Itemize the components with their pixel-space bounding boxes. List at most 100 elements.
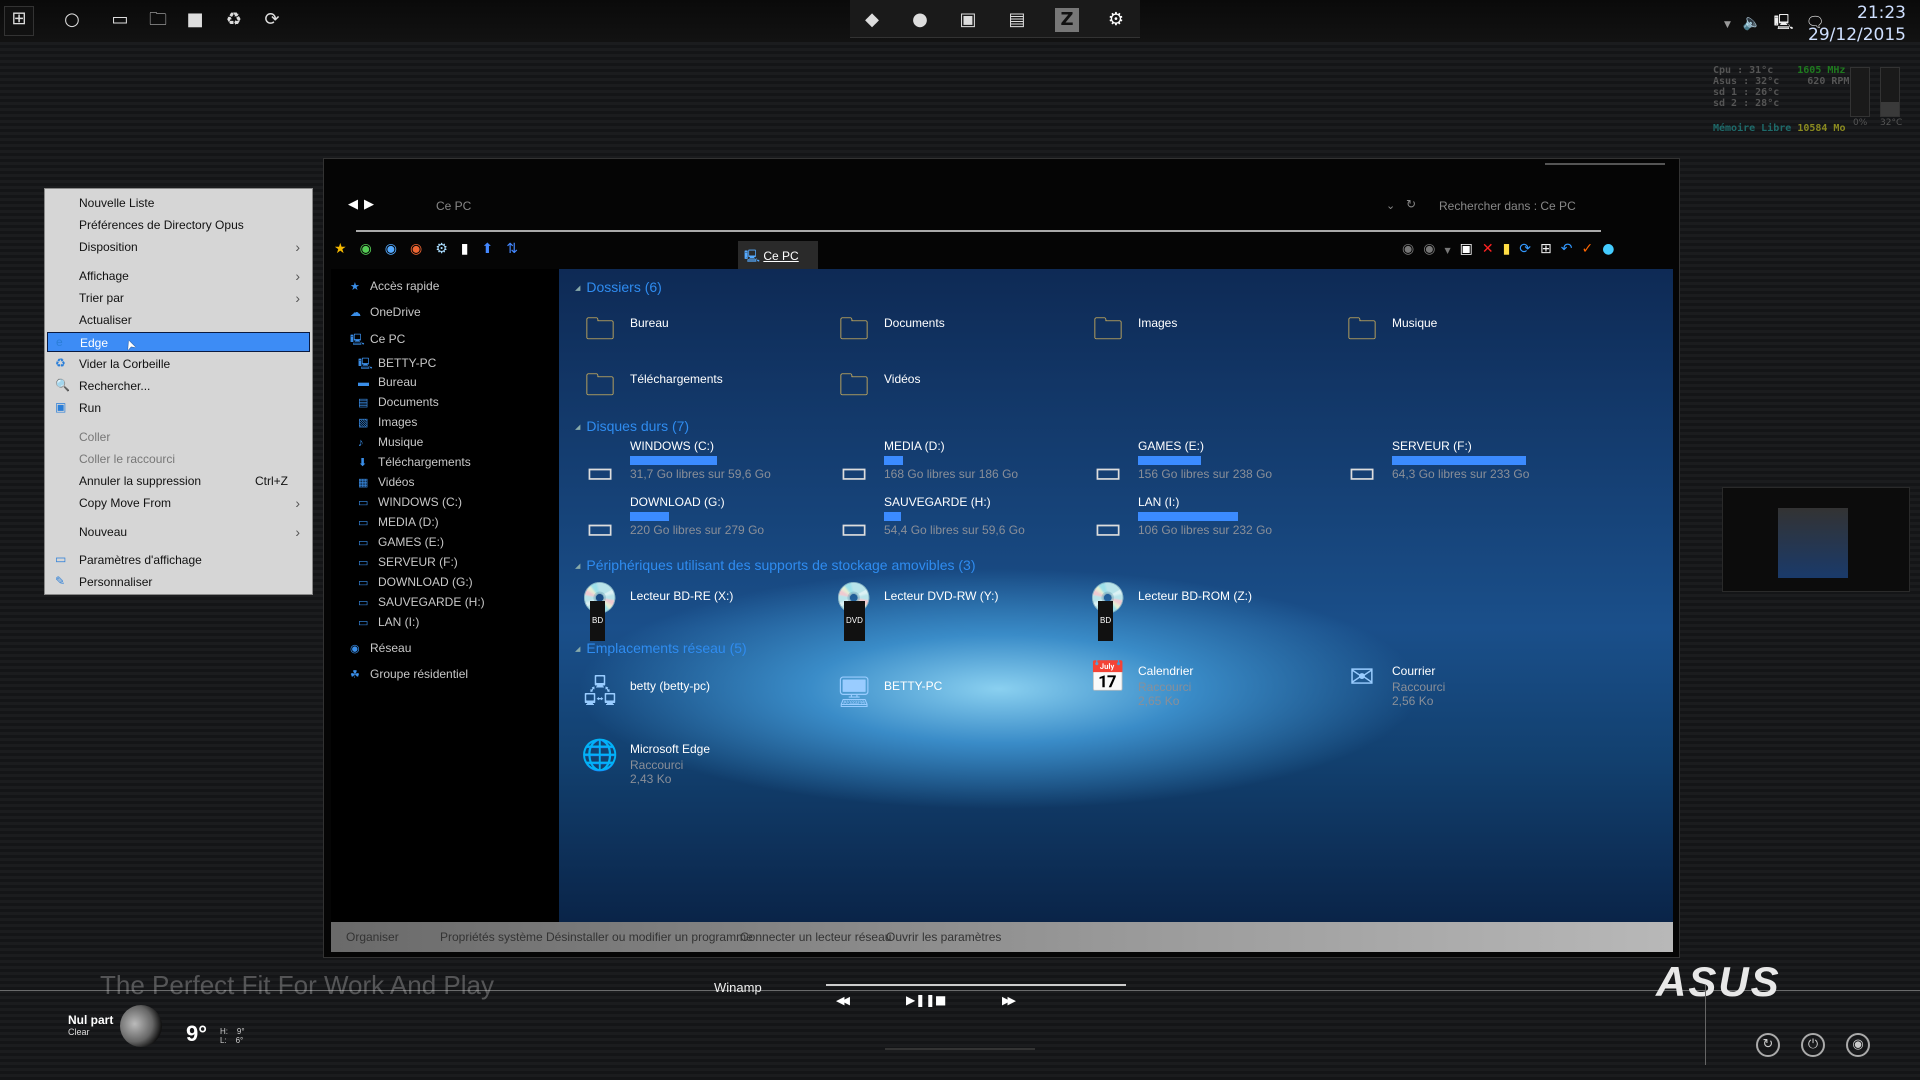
sidebar-item[interactable]: ▭ SAUVEGARDE (H:) [358,595,485,609]
delete-icon[interactable]: ✕ [1482,241,1503,257]
dock-settings-icon[interactable]: ⚙ [1104,8,1128,32]
color-wheel-icon[interactable]: ◉ [410,241,435,257]
network-item[interactable]: ✉ Courrier Raccourci 2,56 Ko [1349,661,1445,708]
winamp-progress[interactable] [826,984,1126,986]
command-button[interactable]: Propriétés système [440,930,543,944]
folder-item[interactable]: 🗀 Documents [839,313,945,346]
menu-item[interactable]: Affichage › [47,266,310,286]
optical-drive-item[interactable]: 💿 BD Lecteur BD-RE (X:) [581,582,733,641]
power-button[interactable]: ⏻ [1801,1033,1825,1057]
layout-icon[interactable]: ▣ [1460,241,1482,257]
settings-icon[interactable]: ⚙ [435,241,461,257]
command-button[interactable]: Désinstaller ou modifier un programme [546,930,753,944]
menu-item[interactable]: Annuler la suppression Ctrl+Z [47,471,310,491]
network-icon[interactable]: 🖳 [1774,13,1794,31]
sidebar-item[interactable]: 🖳 Ce PC [350,331,405,350]
sidebar-item[interactable]: ▧ Images [358,415,417,429]
folder-item[interactable]: 🗀 Musique [1347,313,1437,346]
grid-icon[interactable]: ⊞ [1540,241,1561,257]
group-header-network[interactable]: Emplacements réseau (5) [575,640,746,656]
winamp-next-button[interactable]: ▶▶ [1002,994,1016,1007]
clock[interactable]: 21:23 29/12/2015 [1808,2,1906,46]
refresh-icon[interactable]: ↻ [1406,197,1416,211]
sidebar-item[interactable]: ▭ DOWNLOAD (G:) [358,575,473,589]
restart-button[interactable]: ↻ [1756,1033,1780,1057]
menu-item[interactable]: Nouvelle Liste [47,193,310,213]
menu-item[interactable]: Copy Move From › [47,493,310,513]
menu-item[interactable]: ✎ Personnaliser [47,572,310,592]
menu-item[interactable]: Coller [47,427,310,447]
globe-icon[interactable]: ● [1602,241,1623,257]
command-button[interactable]: Ouvrir les paramètres [886,930,1001,944]
menu-item[interactable]: Disposition › [47,237,310,257]
address-dropdown-icon[interactable]: ⌄ [1386,199,1395,212]
menu-item[interactable]: Actualiser [47,310,310,330]
menu-item[interactable]: Trier par › [47,288,310,308]
sidebar-item[interactable]: ▭ SERVEUR (F:) [358,555,458,569]
folder-item[interactable]: 🗀 Images [1093,313,1177,346]
dock-webcam-icon[interactable]: ● [908,8,932,32]
file-explorer-icon[interactable]: 🗀 [146,8,170,32]
check-icon[interactable]: ✓ [1581,241,1602,257]
sleep-button[interactable]: ◉ [1846,1033,1870,1057]
network-item[interactable]: 🖧 betty (betty-pc) [583,676,710,709]
drive-item[interactable]: ▭ GAMES (E:) 156 Go libres sur 238 Go [1094,439,1324,489]
menu-item[interactable]: ▭ Paramètres d'affichage [47,550,310,570]
sidebar-item[interactable]: ▭ WINDOWS (C:) [358,495,462,509]
network-item[interactable]: 📅 Calendrier Raccourci 2,65 Ko [1089,661,1193,708]
group-header-removable[interactable]: Périphériques utilisant des supports de … [575,557,975,573]
group-header-drives[interactable]: Disques durs (7) [575,418,689,434]
menu-item[interactable]: ▣ Run [47,398,310,418]
menu-item[interactable]: 🔍 Rechercher... [47,376,310,396]
command-button[interactable]: Connecter un lecteur réseau [740,930,891,944]
camera-icon[interactable]: ■ [183,8,207,32]
sidebar-item[interactable]: ▭ LAN (I:) [358,615,419,629]
network-item[interactable]: 🌐 Microsoft Edge Raccourci 2,43 Ko [581,739,710,786]
folder-item[interactable]: 🗀 Vidéos [839,369,920,402]
menu-item[interactable]: Coller le raccourci [47,449,310,469]
forward-button[interactable]: ▶ [364,197,374,212]
search-input[interactable]: Rechercher dans : Ce PC [1439,199,1576,213]
sidebar-item[interactable]: ▤ Documents [358,395,439,409]
tab-ce-pc[interactable]: 🖳 Ce PC x [738,241,818,282]
window-thumbnail[interactable] [1722,487,1910,592]
cortana-circle-icon[interactable]: ○ [60,8,84,32]
blue-sync-icon[interactable]: ◉ [385,241,410,257]
menu-item[interactable]: ♻ Vider la Corbeille [47,354,310,374]
drive-item[interactable]: ▭ MEDIA (D:) 168 Go libres sur 186 Go [840,439,1070,489]
sidebar-item[interactable]: ☘ Groupe résidentiel [350,667,468,681]
undo-icon[interactable]: ↶ [1561,241,1582,257]
menu-item[interactable]: Nouveau › [47,522,310,542]
sidebar-item[interactable]: ▭ MEDIA (D:) [358,515,439,529]
note-icon[interactable]: ▮ [1503,241,1520,257]
sidebar-item[interactable]: ▦ Vidéos [358,475,414,489]
winamp-playpause-button[interactable]: ▶❚❚ [906,993,935,1007]
task-view-icon[interactable]: ▭ [108,8,132,32]
drive-item[interactable]: ▭ LAN (I:) 106 Go libres sur 232 Go [1094,495,1324,545]
folder-item[interactable]: 🗀 Bureau [585,313,669,346]
drive-item[interactable]: ▭ SAUVEGARDE (H:) 54,4 Go libres sur 59,6 … [840,495,1070,545]
sidebar-item[interactable]: ★ Accès rapide [350,279,439,293]
drive-item[interactable]: ▭ WINDOWS (C:) 31,7 Go libres sur 59,6 Go [586,439,816,489]
sidebar-item[interactable]: 🖳 BETTY-PC [358,355,436,374]
sidebar-item[interactable]: ▬ Bureau [358,375,417,389]
up-arrow-icon[interactable]: ⬆ [482,241,507,257]
menu-item[interactable]: e Edge [47,332,310,352]
steam-icon[interactable]: ⟳ [260,8,284,32]
network-item[interactable]: 🖥 BETTY-PC [835,676,942,709]
folder-item[interactable]: 🗀 Téléchargements [585,369,723,402]
green-refresh-icon[interactable]: ◉ [360,241,385,257]
drive-item[interactable]: ▭ DOWNLOAD (G:) 220 Go libres sur 279 Go [586,495,816,545]
back-button[interactable]: ◀ [348,197,358,212]
optical-drive-item[interactable]: 💿 BD Lecteur BD-ROM (Z:) [1089,582,1252,641]
favorites-star-icon[interactable]: ★ [334,241,360,257]
menu-item[interactable]: Préférences de Directory Opus [47,215,310,235]
windows-start-icon[interactable]: ⊞ [4,6,34,36]
winamp-prev-button[interactable]: ◀◀ [836,994,850,1007]
drive-item[interactable]: ▭ SERVEUR (F:) 64,3 Go libres sur 233 Go [1348,439,1578,489]
dock-z-icon[interactable]: Z [1055,8,1079,32]
refresh-icon[interactable]: ⟳ [1519,241,1540,257]
winamp-volume-slider[interactable] [885,1048,1035,1050]
optical-drive-item[interactable]: 💿 DVD Lecteur DVD-RW (Y:) [835,582,998,641]
sidebar-item[interactable]: ⬇ Téléchargements [358,455,471,469]
